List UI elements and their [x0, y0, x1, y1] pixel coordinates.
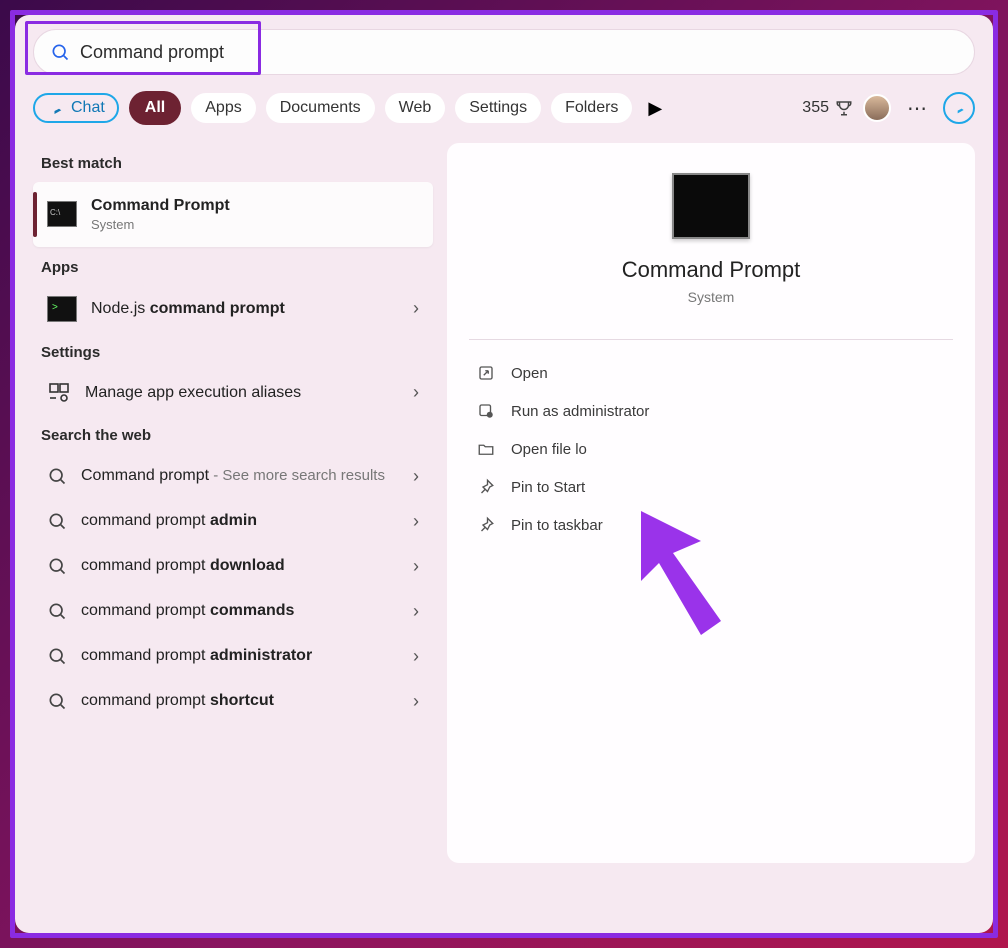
web-bold: admin	[210, 512, 257, 529]
chevron-right-icon: ›	[413, 556, 419, 577]
user-avatar[interactable]	[863, 94, 891, 122]
filter-all[interactable]: All	[129, 91, 181, 125]
chevron-right-icon: ›	[413, 601, 419, 622]
web-hint: - See more search results	[209, 467, 385, 484]
settings-alias-icon	[47, 381, 71, 405]
folder-icon	[477, 440, 495, 458]
app-result-nodejs[interactable]: Node.js command prompt ›	[33, 286, 433, 332]
web-prefix: command prompt	[81, 602, 210, 619]
search-icon	[47, 691, 67, 711]
search-icon	[47, 601, 67, 621]
rewards-points[interactable]: 355	[802, 99, 853, 117]
app-prefix: Node.js	[91, 300, 150, 317]
action-run-admin[interactable]: Run as administrator	[469, 392, 953, 430]
bing-button[interactable]	[943, 92, 975, 124]
web-result-4[interactable]: command prompt administrator ›	[33, 634, 433, 679]
search-input[interactable]	[80, 42, 958, 63]
search-icon	[47, 466, 67, 486]
web-prefix: command prompt	[81, 557, 210, 574]
web-prefix: Command prompt	[81, 467, 209, 484]
web-prefix: command prompt	[81, 692, 210, 709]
points-value: 355	[802, 99, 829, 117]
web-result-3[interactable]: command prompt commands ›	[33, 589, 433, 634]
filter-documents-label: Documents	[280, 99, 361, 117]
pin-icon	[477, 478, 495, 496]
filter-web-label: Web	[399, 99, 432, 117]
filter-settings-label: Settings	[469, 99, 527, 117]
detail-subtitle: System	[688, 289, 735, 305]
action-open-label: Open	[511, 365, 548, 382]
web-bold: shortcut	[210, 692, 274, 709]
chevron-right-icon: ›	[413, 382, 419, 403]
web-bold: commands	[210, 602, 294, 619]
best-title: Command Prompt	[91, 197, 230, 214]
section-settings: Settings	[33, 332, 433, 371]
chat-label: Chat	[71, 99, 105, 117]
pin-icon	[477, 516, 495, 534]
more-filters-icon[interactable]: ▶	[648, 98, 662, 119]
web-prefix: command prompt	[81, 647, 210, 664]
divider	[469, 339, 953, 340]
nodejs-cmd-icon	[47, 296, 77, 322]
open-icon	[477, 364, 495, 382]
search-icon	[50, 42, 70, 62]
action-pin-start[interactable]: Pin to Start	[469, 468, 953, 506]
best-sub: System	[91, 217, 419, 233]
filter-folders[interactable]: Folders	[551, 93, 632, 123]
action-pintaskbar-label: Pin to taskbar	[511, 517, 603, 534]
search-box[interactable]	[33, 29, 975, 75]
chevron-right-icon: ›	[413, 646, 419, 667]
action-fileloc-label: Open file lo	[511, 441, 587, 458]
bing-icon	[951, 100, 967, 116]
detail-app-icon	[672, 173, 750, 239]
trophy-icon	[835, 99, 853, 117]
web-result-2[interactable]: command prompt download ›	[33, 544, 433, 589]
action-open[interactable]: Open	[469, 354, 953, 392]
shield-admin-icon	[477, 402, 495, 420]
settings-label: Manage app execution aliases	[85, 383, 399, 402]
search-icon	[47, 511, 67, 531]
web-result-0[interactable]: Command prompt - See more search results…	[33, 454, 433, 499]
filter-folders-label: Folders	[565, 99, 618, 117]
action-pinstart-label: Pin to Start	[511, 479, 585, 496]
action-open-file-location[interactable]: Open file lo	[469, 430, 953, 468]
more-options-icon[interactable]: ⋯	[901, 96, 933, 121]
app-bold: command prompt	[150, 300, 285, 317]
detail-title: Command Prompt	[622, 257, 801, 283]
chevron-right-icon: ›	[413, 691, 419, 712]
filter-all-label: All	[145, 99, 165, 117]
settings-result-aliases[interactable]: Manage app execution aliases ›	[33, 371, 433, 415]
action-pin-taskbar[interactable]: Pin to taskbar	[469, 506, 953, 544]
chevron-right-icon: ›	[413, 466, 419, 487]
filter-documents[interactable]: Documents	[266, 93, 375, 123]
filter-settings[interactable]: Settings	[455, 93, 541, 123]
web-result-5[interactable]: command prompt shortcut ›	[33, 679, 433, 724]
bing-chat-icon	[47, 99, 65, 117]
filter-apps[interactable]: Apps	[191, 93, 255, 123]
filter-web[interactable]: Web	[385, 93, 446, 123]
web-bold: administrator	[210, 647, 312, 664]
web-prefix: command prompt	[81, 512, 210, 529]
search-icon	[47, 646, 67, 666]
action-admin-label: Run as administrator	[511, 403, 649, 420]
section-apps: Apps	[33, 247, 433, 286]
web-bold: download	[210, 557, 285, 574]
web-result-1[interactable]: command prompt admin ›	[33, 499, 433, 544]
best-match-result[interactable]: Command Prompt System	[33, 182, 433, 247]
cmd-icon	[47, 201, 77, 227]
search-icon	[47, 556, 67, 576]
section-web: Search the web	[33, 415, 433, 454]
chat-chip[interactable]: Chat	[33, 93, 119, 123]
chevron-right-icon: ›	[413, 298, 419, 319]
filter-apps-label: Apps	[205, 99, 241, 117]
section-best-match: Best match	[33, 143, 433, 182]
chevron-right-icon: ›	[413, 511, 419, 532]
